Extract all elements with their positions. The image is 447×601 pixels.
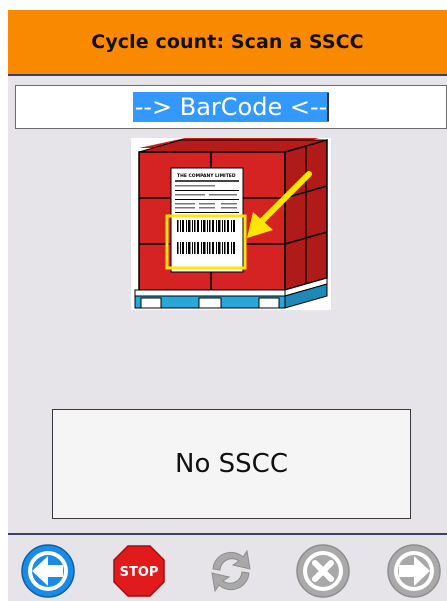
sscc-status-text: No SSCC (175, 449, 288, 479)
label-company-text: THE COMPANY LIMITED (177, 173, 236, 179)
header-bar: Cycle count: Scan a SSCC (8, 10, 447, 76)
cancel-icon (296, 544, 350, 598)
stop-label: STOP (120, 565, 159, 580)
forward-button[interactable] (386, 543, 442, 599)
stop-button[interactable]: STOP (111, 543, 167, 599)
pallet-label-illustration: THE COMPANY LIMITED (131, 136, 331, 310)
barcode-input[interactable]: --> BarCode <-- (15, 85, 447, 129)
cancel-button[interactable] (295, 543, 351, 599)
back-button[interactable] (20, 543, 76, 599)
refresh-icon (211, 549, 251, 593)
refresh-button[interactable] (203, 543, 259, 599)
text-caret (327, 93, 330, 121)
stop-icon: STOP (113, 545, 165, 597)
back-arrow-icon (21, 544, 75, 598)
forward-arrow-icon (387, 544, 441, 598)
pallet-svg: THE COMPANY LIMITED (134, 136, 328, 309)
page-title: Cycle count: Scan a SSCC (91, 31, 364, 53)
bottom-toolbar: STOP (8, 533, 447, 601)
app-window: Cycle count: Scan a SSCC --> BarCode <--… (8, 10, 447, 601)
barcode-input-value: --> BarCode <-- (132, 92, 330, 122)
sscc-status-box: No SSCC (52, 409, 411, 519)
